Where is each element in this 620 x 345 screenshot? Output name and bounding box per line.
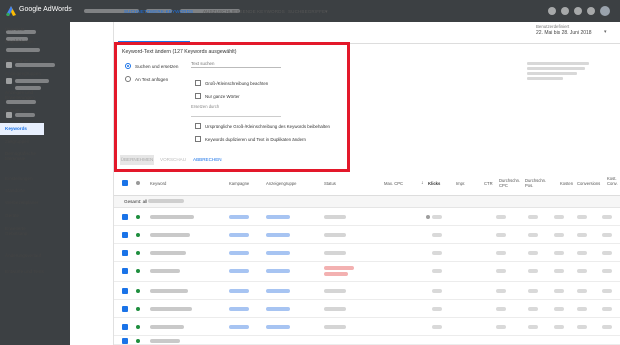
col-cost[interactable]: Kosten: [560, 181, 573, 186]
col-status[interactable]: Status: [324, 181, 336, 186]
campaign-icon: [6, 78, 12, 84]
table-row[interactable]: [114, 282, 620, 300]
table-row[interactable]: [114, 262, 620, 282]
total-label: Gesamt: all: [124, 199, 148, 204]
chevron-down-icon[interactable]: ▾: [325, 9, 328, 15]
menu-item-adgroups[interactable]: Anzeigengruppen: [0, 71, 44, 76]
search-icon[interactable]: [548, 7, 556, 15]
section-label-blurred: [6, 100, 36, 104]
avatar[interactable]: [600, 6, 610, 16]
total-row: [114, 196, 620, 208]
col-clicks[interactable]: Klicks: [428, 181, 440, 186]
campaign-item-blurred[interactable]: [15, 63, 55, 67]
all-campaigns-blurred[interactable]: [6, 48, 40, 52]
menu-item-settings[interactable]: Einstellungen: [0, 176, 44, 181]
help-icon[interactable]: [587, 7, 595, 15]
menu-item-landing-pages[interactable]: Zielseiten: [0, 108, 44, 113]
tab-negative-keywords[interactable]: AUSZUSCHLIESSENDE KEYWORDS: [203, 9, 285, 14]
menu-item-demographics[interactable]: Demografische Merkmale: [0, 151, 44, 161]
menu-item-keywords[interactable]: Keywords: [0, 123, 44, 135]
tools-icon[interactable]: [574, 7, 582, 15]
select-all-checkbox[interactable]: [122, 180, 128, 186]
tab-search-terms[interactable]: SUCHBEGRIFFE: [288, 9, 325, 14]
reports-icon[interactable]: [561, 7, 569, 15]
menu-item-locations[interactable]: Standorte: [0, 188, 44, 193]
table-row[interactable]: [114, 300, 620, 318]
table-row[interactable]: [114, 336, 620, 345]
total-detail-blurred: [148, 199, 184, 203]
highlight-frame: [114, 42, 350, 172]
table-row[interactable]: [114, 208, 620, 226]
page-menu: [70, 22, 114, 345]
adwords-logo-icon[interactable]: [6, 6, 16, 16]
col-avg-cpc[interactable]: Durchschn. CPC: [499, 178, 521, 188]
col-ctr[interactable]: CTR: [484, 181, 493, 186]
col-cost-per-conv[interactable]: Kost. Conv.: [607, 176, 619, 186]
menu-item-campaigns[interactable]: Kampagnen: [0, 58, 44, 63]
tab-search-keywords[interactable]: SUCHNETZWERK-KEYWORDS: [124, 9, 193, 14]
menu-item-audiences[interactable]: Zielgruppen: [0, 139, 44, 144]
app-title[interactable]: Google AdWords: [19, 6, 72, 13]
col-avg-pos[interactable]: Durchschn. Pos.: [525, 178, 547, 188]
campaign-item-blurred[interactable]: [15, 79, 49, 83]
menu-item-recommendations[interactable]: Empfehlungen: [0, 39, 44, 44]
menu-item-ads-extensions[interactable]: Anzeigen und Erweiterungen: [0, 90, 44, 100]
table-row[interactable]: [114, 318, 620, 336]
menu-item-drafts-experiments[interactable]: Entwürfe und Tests: [0, 269, 44, 274]
col-impressions[interactable]: Impr.: [456, 181, 465, 186]
status-dot-icon: [136, 181, 140, 185]
chevron-down-icon[interactable]: ▾: [604, 29, 607, 35]
col-campaign[interactable]: Kampagne: [229, 181, 249, 186]
campaign-item-blurred[interactable]: [15, 113, 35, 117]
help-text-blurred: [527, 62, 597, 82]
col-adgroup[interactable]: Anzeigengruppe: [266, 181, 297, 186]
table-row[interactable]: [114, 226, 620, 244]
date-range-picker[interactable]: 22. Mai bis 28. Juni 2018: [536, 30, 592, 36]
menu-item-change-history[interactable]: Änderungsverlauf: [0, 253, 44, 258]
sort-arrow-icon: ↓: [421, 180, 424, 186]
menu-item-ad-schedule[interactable]: Werbezeitplaner: [0, 200, 44, 205]
col-keyword[interactable]: Keyword: [150, 181, 166, 186]
col-max-cpc[interactable]: Max. CPC: [384, 181, 403, 186]
table-row[interactable]: [114, 244, 620, 262]
date-range-label: Benutzerdefiniert: [536, 24, 570, 29]
menu-item-devices[interactable]: Geräte: [0, 213, 44, 218]
menu-item-overview[interactable]: Übersicht: [0, 27, 44, 32]
menu-item-advanced-bid-adj[interactable]: Erweiterte Gebotsanp.: [0, 226, 44, 236]
col-conversions[interactable]: Conversions: [577, 181, 600, 186]
